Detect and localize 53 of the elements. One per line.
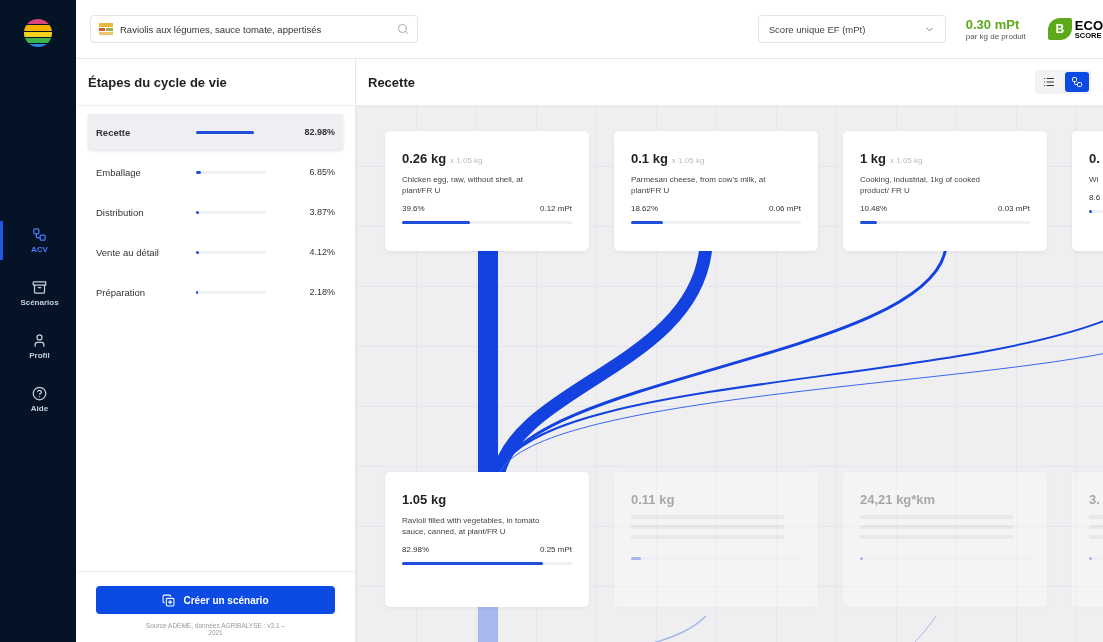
amount: 0.26 kg (402, 151, 447, 166)
amount: 0.11 kg (631, 492, 675, 507)
amount: 0.1 kg (631, 151, 668, 166)
ingredient-name: Wi (1089, 174, 1100, 186)
share: 82.98% (402, 545, 430, 555)
nav-item[interactable]: Profil (0, 327, 76, 366)
share: 10.48% (860, 204, 888, 214)
amount: 1.05 kg (402, 492, 447, 507)
score-value: 0.30 mPt (965, 17, 1021, 32)
flow-icon (32, 227, 47, 242)
score: 0.06 mPt (769, 204, 801, 214)
create-scenario-button[interactable]: Créer un scénario (96, 586, 335, 614)
help-icon (32, 386, 47, 401)
search-icon (397, 23, 409, 35)
stage-row[interactable]: Vente au détail 4.12% (88, 234, 343, 270)
ingredient-name: Cooking, industrial, 1kg of cooked product/ FR U (860, 174, 982, 197)
ingredient-name: Chicken egg, raw, without shell, at plant/FR U (402, 174, 524, 197)
stage-row[interactable]: Emballage 6.85% (88, 154, 343, 190)
ingredient-card[interactable]: 0. Wi 8.6 (1072, 131, 1103, 251)
logo-icon[interactable] (22, 17, 54, 49)
copy-icon (162, 593, 176, 607)
box-icon (32, 280, 47, 295)
stage-row[interactable]: Préparation 2.18% (88, 274, 343, 310)
score-select[interactable]: Score unique EF (mPt) (757, 15, 946, 43)
share: 18.62% (631, 204, 659, 214)
ingredient-card[interactable]: 1.05 kg Ravioli filled with vegetables, in tomato sauce, canned, at plant/FR U 82.98% 0.25 mPt (385, 472, 589, 607)
amount: 3. (1089, 492, 1100, 507)
amount: 0. (1089, 151, 1100, 166)
score: 0.12 mPt (540, 204, 572, 214)
flow-icon (1071, 76, 1083, 88)
score: 0.25 mPt (540, 545, 572, 555)
nav-item[interactable]: ACV (0, 221, 76, 260)
panel-title: Étapes du cycle de vie (88, 74, 227, 90)
ingredient-name: Ravioli filled with vegetables, in tomato sauce, canned, at plant/FR U (402, 515, 541, 538)
search-field[interactable]: Raviolis aux légumes, sauce tomate, appertisés (90, 15, 418, 43)
ingredient-name: Parmesan cheese, from cow's milk, at plant/FR U (631, 174, 767, 197)
ecoscore-word: ECO (1074, 18, 1103, 32)
stage-row[interactable]: Recette 82.98% (88, 114, 343, 150)
panel-title: Recette (368, 74, 415, 90)
product-icon (99, 23, 113, 35)
nav-item[interactable]: Scénarios (0, 274, 76, 313)
share: 8.6 (1089, 193, 1101, 203)
nav-item[interactable]: Aide (0, 380, 76, 419)
score: 0.03 mPt (998, 204, 1030, 214)
ecoscore-leaf: B (1047, 18, 1072, 40)
amount: 24,21 kg*km (860, 492, 936, 507)
amount: 1 kg (860, 151, 886, 166)
tree-view-button[interactable] (1065, 72, 1089, 92)
list-icon (1043, 76, 1055, 88)
share: 39.6% (402, 204, 425, 214)
user-icon (32, 333, 47, 348)
score-unit: par kg de produit (965, 32, 1026, 41)
stage-row[interactable]: Distribution 3.87% (88, 194, 343, 230)
